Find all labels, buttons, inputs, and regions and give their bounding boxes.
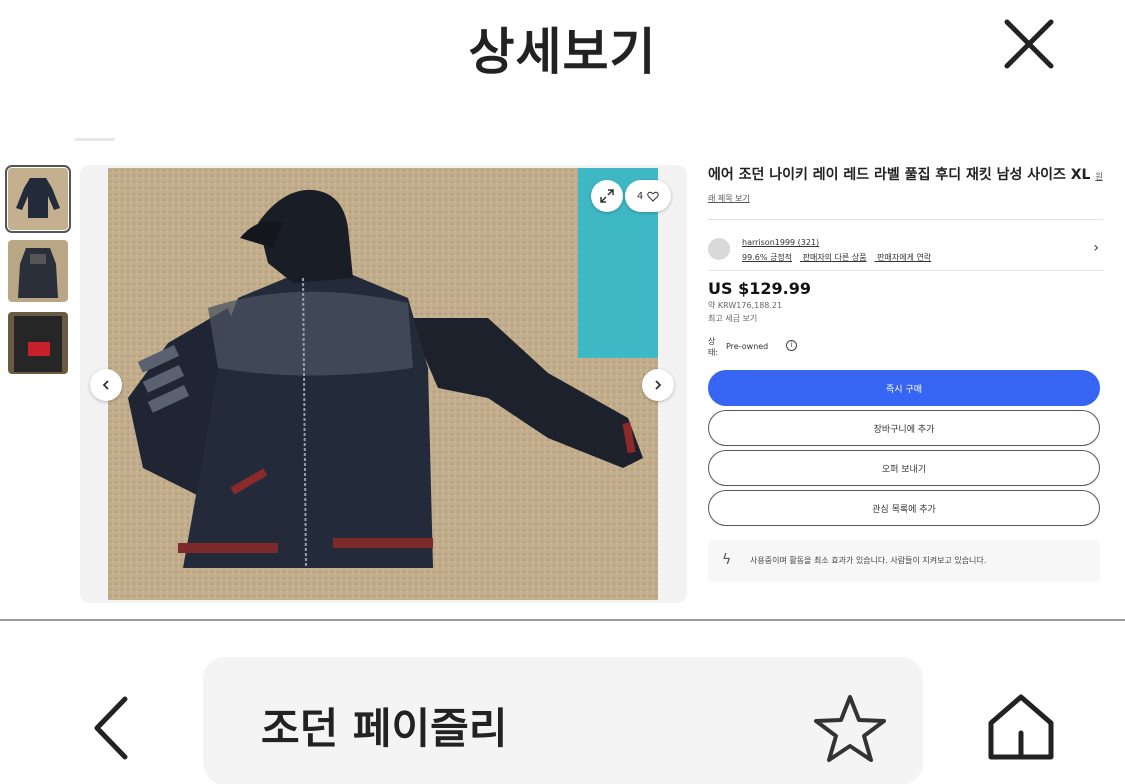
header: 상세보기 (0, 0, 1125, 100)
info-icon[interactable]: i (786, 340, 797, 351)
jacket-photo (108, 168, 658, 600)
next-image-button[interactable] (642, 369, 674, 401)
price-converted: 약 KRW176,188.21 (708, 301, 783, 310)
close-icon (1004, 19, 1054, 69)
bookmark-button[interactable] (812, 693, 888, 765)
thumbnail-3[interactable] (8, 312, 68, 374)
condition-row: 상태: Pre-owned i (708, 334, 1103, 370)
expand-icon (600, 189, 614, 203)
favorite-button[interactable]: 4 (625, 180, 671, 212)
seller-name[interactable]: harrison1999 (321) (742, 238, 819, 247)
home-button[interactable] (985, 691, 1057, 763)
add-to-cart-label: 장바구니에 추가 (873, 424, 935, 435)
seller-other-items[interactable]: 판매자의 다른 상품 (803, 253, 867, 262)
tax-link[interactable]: 최고 세금 보기 (708, 313, 1103, 324)
expand-button[interactable] (591, 180, 623, 212)
heart-icon (647, 191, 659, 202)
buy-now-button[interactable]: 즉시 구매 (708, 370, 1100, 406)
condition-label: 상태: (708, 337, 719, 357)
main-product-image[interactable] (80, 165, 687, 603)
make-offer-label: 오퍼 보내기 (881, 464, 927, 475)
thumbnail-strip (5, 165, 72, 384)
star-icon (814, 695, 886, 762)
add-to-cart-button[interactable]: 장바구니에 추가 (708, 410, 1100, 446)
seller-contact[interactable]: 판매자에게 연락 (877, 253, 931, 262)
search-query: 조던 페이즐리 (261, 704, 508, 753)
thumbnail-2[interactable] (8, 240, 68, 302)
make-offer-button[interactable]: 오퍼 보내기 (708, 450, 1100, 486)
divider (708, 219, 1103, 220)
lightning-icon: ϟ (722, 552, 732, 568)
listing-title: 에어 조던 나이키 레이 레드 라벨 풀집 후디 재킷 남성 사이즈 XL 원래… (708, 165, 1103, 209)
back-button[interactable] (85, 693, 135, 763)
price: US $129.99 (708, 279, 811, 298)
page-title: 상세보기 (468, 23, 657, 81)
close-button[interactable] (995, 10, 1065, 80)
favorite-count: 4 (636, 190, 644, 202)
condition-value: Pre-owned (726, 342, 769, 351)
add-to-watchlist-label: 관심 목록에 추가 (872, 504, 936, 515)
chevron-right-icon[interactable]: › (1093, 240, 1099, 256)
chevron-left-icon (94, 696, 128, 760)
listing-preview: 4 에어 조던 나이키 레이 레드 라벨 풀집 후디 재킷 남성 사이즈 XL … (0, 120, 1125, 617)
chevron-left-icon (102, 380, 109, 390)
add-to-watchlist-button[interactable]: 관심 목록에 추가 (708, 490, 1100, 526)
seller-links: 99.6% 긍정적 판매자의 다른 상품 판매자에게 연락 (742, 252, 939, 263)
seller-row[interactable]: harrison1999 (321) 99.6% 긍정적 판매자의 다른 상품 … (708, 228, 1103, 270)
divider (75, 138, 115, 141)
seller-avatar (708, 238, 730, 260)
popularity-notice: ϟ 사용중이며 활동을 최소 효과가 있습니다. 사람들이 지켜보고 있습니다. (708, 540, 1100, 582)
listing-info: 에어 조던 나이키 레이 레드 라벨 풀집 후디 재킷 남성 사이즈 XL 원래… (708, 165, 1103, 582)
divider (708, 270, 1103, 271)
chevron-right-icon (655, 380, 662, 390)
listing-title-text: 에어 조던 나이키 레이 레드 라벨 풀집 후디 재킷 남성 사이즈 XL (708, 167, 1091, 183)
seller-feedback[interactable]: 99.6% 긍정적 (742, 253, 792, 262)
notice-text: 사용중이며 활동을 최소 효과가 있습니다. 사람들이 지켜보고 있습니다. (750, 556, 987, 565)
home-icon (988, 694, 1054, 760)
thumbnail-1[interactable] (5, 165, 71, 233)
bottom-bar: 조던 페이즐리 (0, 621, 1125, 784)
prev-image-button[interactable] (90, 369, 122, 401)
